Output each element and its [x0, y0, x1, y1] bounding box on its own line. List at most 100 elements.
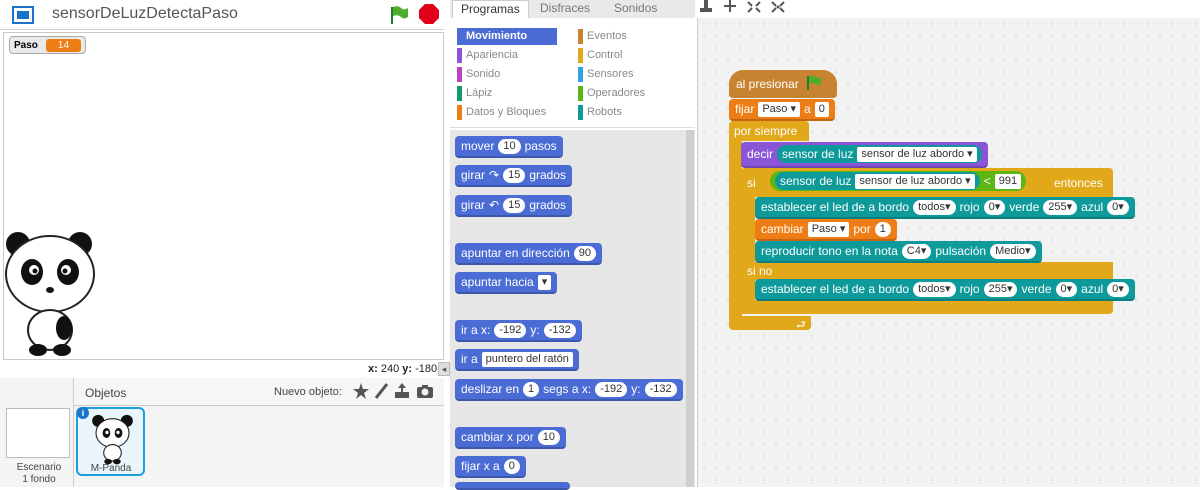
variable-dropdown[interactable]: Paso ▾	[758, 101, 800, 117]
block-input[interactable]: -132	[543, 322, 576, 338]
project-title[interactable]: sensorDeLuzDetectaPaso	[52, 5, 238, 23]
green-dropdown[interactable]: 0▾	[1055, 281, 1078, 297]
block-ir-a[interactable]: ir a puntero del ratón	[455, 349, 579, 371]
script-decir-block[interactable]: decir sensor de luz sensor de luz abordo…	[741, 142, 988, 168]
block-text: verde	[1021, 282, 1052, 296]
info-icon[interactable]: i	[77, 407, 89, 419]
category-eventos[interactable]: Eventos	[578, 28, 678, 45]
category-apariencia[interactable]: Apariencia	[457, 47, 557, 64]
reporter-text: sensor de luz	[782, 147, 854, 161]
block-apuntar-direccion[interactable]: apuntar en dirección 90	[455, 243, 602, 265]
category-sensores[interactable]: Sensores	[578, 66, 678, 83]
tab-disfraces[interactable]: Disfraces	[532, 0, 598, 18]
block-input[interactable]: 991	[994, 173, 1022, 189]
block-input[interactable]: 15	[503, 167, 526, 183]
delete-icon[interactable]	[722, 0, 738, 17]
camera-icon[interactable]	[416, 382, 434, 400]
category-control[interactable]: Control	[578, 47, 678, 64]
sensor-reporter[interactable]: sensor de luz sensor de luz abordo ▾	[777, 145, 982, 163]
block-input[interactable]: 10	[498, 138, 521, 154]
script-fijar-block[interactable]: fijar Paso ▾ a 0	[729, 99, 835, 121]
paint-brush-icon[interactable]	[372, 382, 390, 400]
green-flag-icon[interactable]	[388, 4, 410, 26]
block-input[interactable]: -192	[595, 381, 628, 397]
script-led-block-2[interactable]: establecer el led de a bordo todos▾ rojo…	[755, 279, 1135, 301]
led-dropdown[interactable]: todos▾	[913, 281, 956, 297]
category-lápiz[interactable]: Lápiz	[457, 85, 557, 102]
then-label: entonces	[1054, 176, 1103, 190]
panda-sprite[interactable]	[2, 228, 98, 358]
dropdown-value: sensor de luz abordo	[859, 174, 963, 187]
led-dropdown[interactable]: todos▾	[913, 199, 956, 215]
palette-scrollbar[interactable]	[686, 130, 694, 487]
blue-dropdown[interactable]: 0▾	[1107, 199, 1129, 215]
script-forever-block[interactable]: por siempre	[729, 121, 809, 141]
category-movimiento[interactable]: Movimiento	[457, 28, 557, 45]
variable-dropdown[interactable]: Paso ▾	[807, 221, 850, 237]
block-text: azul	[1081, 282, 1104, 296]
script-hat-block[interactable]: al presionar	[729, 70, 837, 98]
sensor-dropdown[interactable]: sensor de luz abordo ▾	[857, 146, 977, 162]
script-led-block-1[interactable]: establecer el led de a bordo todos▾ rojo…	[755, 197, 1135, 219]
script-cambiar-block[interactable]: cambiar Paso ▾ por 1	[755, 219, 897, 241]
note-dropdown[interactable]: C4▾	[901, 243, 932, 259]
category-color-bar	[578, 29, 583, 44]
category-color-bar	[457, 86, 462, 101]
collapse-stage-button[interactable]: ◂	[438, 362, 450, 376]
less-than-operator[interactable]: sensor de luz sensor de luz abordo ▾ < 9…	[770, 171, 1027, 191]
grow-icon[interactable]	[746, 0, 762, 17]
dropdown-value: 0	[1060, 282, 1067, 295]
block-partial[interactable]	[455, 482, 570, 490]
block-text: y:	[631, 382, 641, 396]
shrink-icon[interactable]	[770, 0, 786, 17]
block-girar-derecha[interactable]: girar ↷ 15 grados	[455, 165, 573, 187]
block-deslizar[interactable]: deslizar en 1 segs a x: -192 y: -132	[455, 379, 683, 401]
block-input[interactable]: 90	[573, 245, 596, 261]
block-input[interactable]: 1	[523, 381, 540, 397]
fullscreen-icon[interactable]	[10, 4, 36, 26]
block-ir-a-xy[interactable]: ir a x: -192 y: -132	[455, 320, 582, 342]
y-value: -180	[415, 363, 438, 375]
block-input[interactable]: 10	[537, 429, 560, 445]
tab-sonidos[interactable]: Sonidos	[606, 0, 665, 18]
block-input[interactable]: -132	[644, 381, 677, 397]
stop-icon[interactable]	[418, 3, 440, 25]
tab-programas[interactable]: Programas	[452, 0, 529, 18]
block-girar-izquierda[interactable]: girar ↶ 15 grados	[455, 195, 573, 217]
scene-backdrops: 1 fondo	[22, 474, 56, 485]
block-mover[interactable]: mover 10 pasos	[455, 136, 563, 158]
script-tono-block[interactable]: reproducir tono en la nota C4▾ pulsación…	[755, 241, 1042, 263]
beat-dropdown[interactable]: Medio▾	[990, 243, 1036, 259]
sensor-reporter[interactable]: sensor de luz sensor de luz abordo ▾	[775, 172, 980, 190]
block-input[interactable]: -192	[494, 322, 527, 338]
dropdown-value: Paso	[811, 222, 837, 235]
blue-dropdown[interactable]: 0▾	[1107, 281, 1129, 297]
duplicate-icon[interactable]	[698, 0, 714, 17]
category-operadores[interactable]: Operadores	[578, 85, 678, 102]
green-dropdown[interactable]: 255▾	[1043, 199, 1078, 215]
dropdown-value: C4	[906, 244, 921, 257]
category-color-bar	[578, 86, 583, 101]
block-fijar-x[interactable]: fijar x a 0	[455, 456, 526, 478]
block-cambiar-x[interactable]: cambiar x por 10	[455, 427, 566, 449]
category-datos-y-bloques[interactable]: Datos y Bloques	[457, 104, 557, 121]
red-dropdown[interactable]: 0▾	[983, 199, 1006, 215]
block-text: rojo	[959, 200, 980, 214]
block-apuntar-hacia[interactable]: apuntar hacia ▾	[455, 272, 558, 294]
dropdown-input[interactable]: puntero del ratón	[481, 351, 573, 367]
block-input[interactable]: 15	[503, 197, 526, 213]
block-input[interactable]: 0	[814, 101, 829, 117]
dropdown-input[interactable]: ▾	[537, 274, 552, 290]
scene-thumbnail[interactable]	[6, 408, 70, 458]
category-label: Lápiz	[466, 87, 493, 99]
block-input[interactable]: 0	[503, 458, 520, 474]
red-dropdown[interactable]: 255▾	[983, 281, 1018, 297]
category-color-bar	[578, 67, 583, 82]
category-column-right: Eventos Control Sensores Operadores Robots	[578, 28, 678, 123]
category-sonido[interactable]: Sonido	[457, 66, 557, 83]
sprite-library-icon[interactable]	[352, 382, 370, 400]
sensor-dropdown[interactable]: sensor de luz abordo ▾	[855, 173, 975, 189]
upload-icon[interactable]	[393, 382, 411, 400]
category-robots[interactable]: Robots	[578, 104, 678, 121]
block-input[interactable]: 1	[874, 221, 891, 237]
